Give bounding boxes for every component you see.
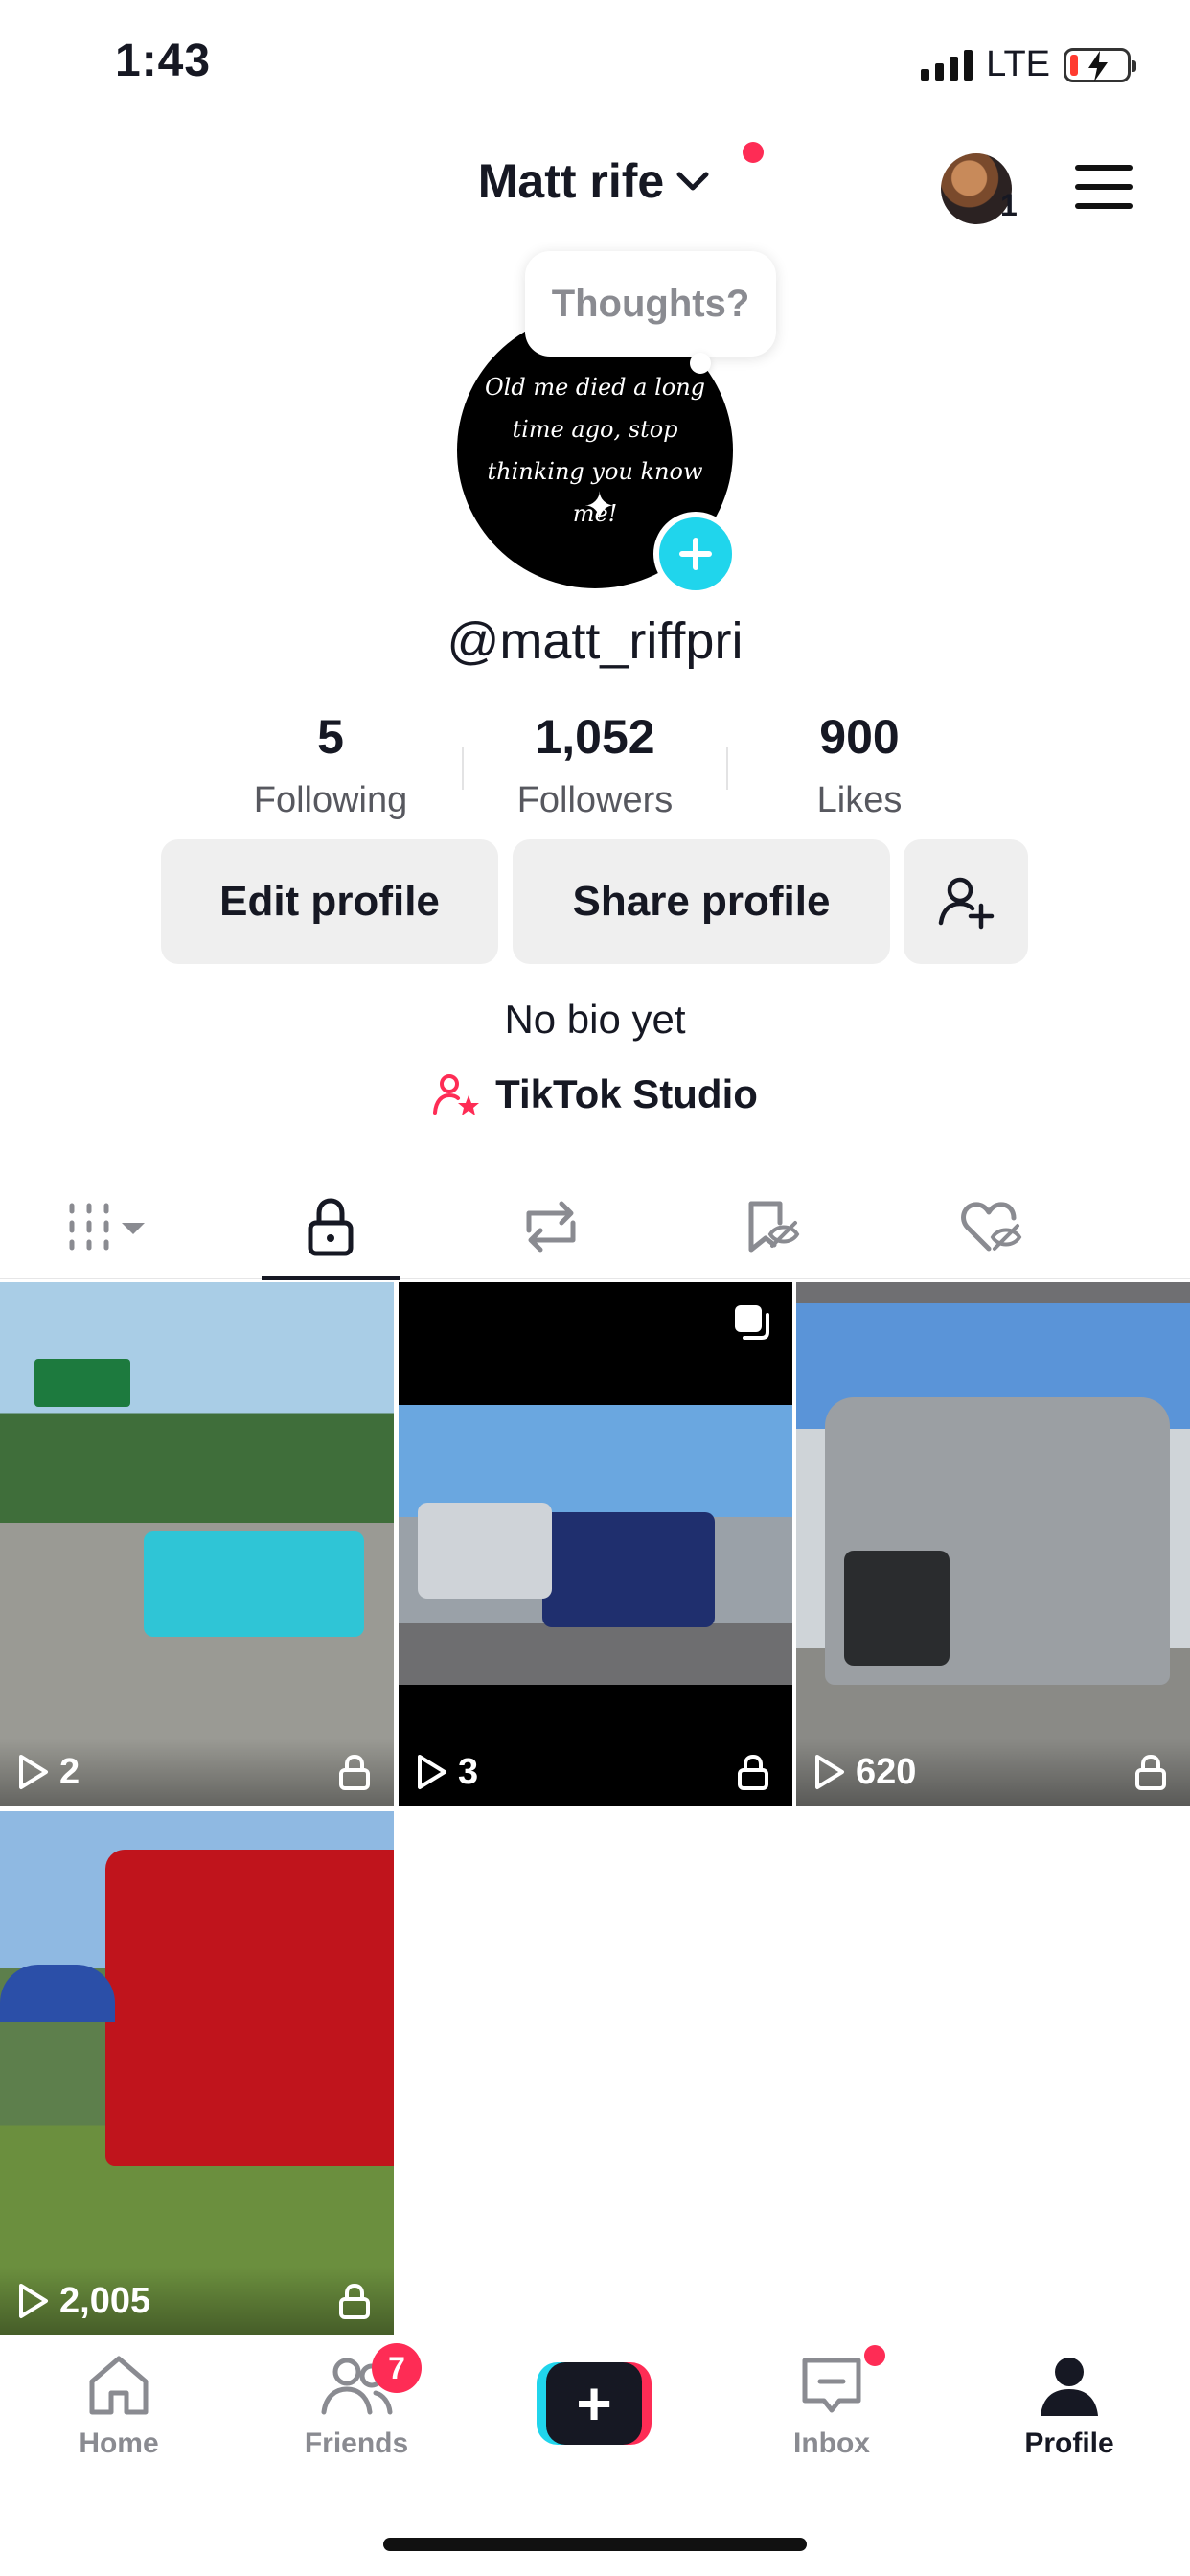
tab-liked[interactable] <box>881 1175 1102 1278</box>
nav-home[interactable]: Home <box>0 2335 238 2470</box>
account-count: 1 <box>1000 188 1018 222</box>
username-handle: @matt_riffpri <box>446 612 744 670</box>
stat-label: Followers <box>516 780 674 820</box>
tab-videos[interactable] <box>0 1175 220 1278</box>
lock-icon <box>738 1754 768 1790</box>
inbox-notification-dot <box>864 2345 885 2366</box>
nav-home-label: Home <box>79 2427 159 2459</box>
video-overlay: 620 <box>796 1738 1190 1806</box>
bio-text: No bio yet <box>504 997 686 1042</box>
nav-friends-label: Friends <box>304 2427 409 2459</box>
view-count: 2,005 <box>15 2281 150 2322</box>
lock-icon <box>339 2283 370 2319</box>
video-overlay: 3 <box>399 1738 792 1806</box>
video-overlay: 2,005 <box>0 2267 394 2334</box>
home-indicator <box>383 2538 807 2551</box>
tent-image <box>0 1965 115 2022</box>
stat-value: 5 <box>317 710 344 764</box>
view-count: 3 <box>414 1752 478 1793</box>
add-friend-button[interactable] <box>904 840 1028 964</box>
lock-icon <box>1135 1754 1166 1790</box>
view-count-value: 620 <box>856 1751 917 1792</box>
play-icon <box>815 1755 844 1789</box>
creator-star-icon <box>433 1074 480 1116</box>
create-button[interactable]: + <box>537 2362 652 2445</box>
view-count: 620 <box>812 1752 916 1793</box>
create-plus-icon: + <box>546 2362 642 2445</box>
profile-stats: 5 Following 1,052 Followers 900 Likes <box>0 709 1190 821</box>
thoughts-bubble[interactable]: Thoughts? <box>525 251 776 356</box>
teal-truck-image <box>144 1531 364 1637</box>
profile-name: Matt rife <box>477 154 665 208</box>
repost-icon <box>526 1201 576 1253</box>
stat-label: Likes <box>816 780 903 820</box>
notification-dot <box>743 142 764 163</box>
nav-create[interactable]: + <box>475 2335 713 2470</box>
status-indicators: LTE <box>921 44 1136 85</box>
video-thumbnail[interactable]: 2,005 <box>0 1811 394 2334</box>
content-tabs <box>0 1175 1190 1279</box>
nav-friends[interactable]: 7 Friends <box>238 2335 475 2470</box>
tab-reposts[interactable] <box>441 1175 661 1278</box>
stat-value: 900 <box>819 710 900 764</box>
trailer-image <box>418 1503 552 1598</box>
hidden-bookmark-icon <box>748 1201 800 1253</box>
view-count-value: 2,005 <box>59 2280 151 2321</box>
studio-label: TikTok Studio <box>495 1071 758 1116</box>
view-count-value: 3 <box>458 1751 479 1792</box>
chevron-down-icon <box>676 172 709 191</box>
inbox-icon <box>802 2358 861 2413</box>
nav-inbox[interactable]: Inbox <box>713 2335 950 2470</box>
tab-private[interactable] <box>220 1175 441 1278</box>
stat-followers[interactable]: 1,052 Followers <box>464 709 726 821</box>
stat-value: 1,052 <box>535 710 655 764</box>
share-profile-button[interactable]: Share profile <box>513 840 890 964</box>
blue-truck-image <box>542 1512 715 1627</box>
video-overlay: 2 <box>0 1738 394 1806</box>
stat-following[interactable]: 5 Following <box>199 709 462 821</box>
stat-label: Following <box>253 780 408 820</box>
plus-icon <box>679 538 712 570</box>
tab-favorites[interactable] <box>661 1175 881 1278</box>
home-icon <box>89 2356 149 2415</box>
play-icon <box>19 2284 48 2318</box>
battery-icon <box>1064 47 1136 82</box>
stat-likes[interactable]: 900 Likes <box>728 709 991 821</box>
red-truck-image <box>105 1850 394 2166</box>
add-user-icon <box>938 877 995 930</box>
view-count-value: 2 <box>59 1751 80 1792</box>
edit-profile-button[interactable]: Edit profile <box>161 840 498 964</box>
highway-sign-image <box>34 1359 130 1407</box>
add-story-button[interactable] <box>653 512 738 596</box>
network-label: LTE <box>986 44 1050 84</box>
video-thumbnail[interactable]: 3 <box>399 1282 792 1806</box>
nav-inbox-label: Inbox <box>793 2427 870 2459</box>
play-icon <box>418 1755 446 1789</box>
hand-heart-icon: ✦ <box>584 486 616 528</box>
view-count: 2 <box>15 1752 80 1793</box>
thoughts-bubble-tail <box>690 353 711 374</box>
hidden-heart-icon <box>961 1202 1022 1252</box>
nav-profile[interactable]: Profile <box>950 2335 1188 2470</box>
video-thumbnail[interactable]: 620 <box>796 1282 1190 1806</box>
play-icon <box>19 1755 48 1789</box>
grid-sort-icon <box>69 1203 145 1251</box>
menu-icon[interactable] <box>1075 165 1133 209</box>
friends-badge: 7 <box>372 2343 422 2393</box>
signal-icon <box>921 49 973 80</box>
lock-icon <box>339 1754 370 1790</box>
lock-icon <box>308 1198 354 1256</box>
truck-grille-image <box>844 1551 950 1666</box>
multi-photo-icon <box>735 1305 769 1340</box>
status-time: 1:43 <box>115 35 212 86</box>
video-thumbnail[interactable]: 2 <box>0 1282 394 1806</box>
tiktok-studio-link[interactable]: TikTok Studio <box>0 1071 1190 1117</box>
nav-profile-label: Profile <box>1024 2427 1114 2459</box>
bottom-navigation: Home 7 Friends + Inbox Profile <box>0 2334 1190 2470</box>
profile-icon <box>1041 2358 1098 2416</box>
